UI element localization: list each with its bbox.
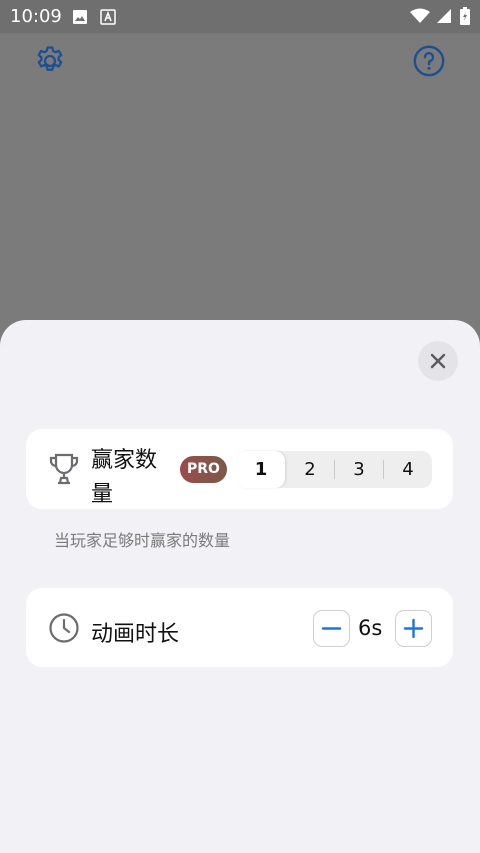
winners-count-label-line1: 赢家数: [91, 448, 158, 473]
question-circle-icon[interactable]: [412, 44, 446, 78]
winners-option-3[interactable]: 3: [335, 451, 383, 488]
winners-option-4[interactable]: 4: [384, 451, 432, 488]
winners-option-1[interactable]: 1: [237, 451, 285, 488]
animation-duration-value: 6s: [358, 616, 383, 640]
status-time: 10:09: [10, 6, 62, 27]
plus-icon: [403, 618, 424, 643]
minus-icon: [321, 618, 342, 643]
winners-option-2[interactable]: 2: [286, 451, 334, 488]
close-icon: [428, 351, 448, 375]
animation-duration-label: 动画时长: [91, 622, 180, 647]
battery-icon: [460, 7, 470, 29]
bottom-sheet: [0, 320, 480, 853]
image-icon: [72, 9, 88, 29]
a-badge-icon: [100, 9, 116, 29]
trophy-icon: [48, 452, 80, 490]
wifi-icon: [410, 8, 430, 28]
signal-icon: [436, 8, 452, 28]
close-button[interactable]: [418, 341, 458, 381]
status-bar: 10:09: [0, 0, 480, 33]
gear-icon[interactable]: [33, 44, 67, 78]
winners-count-hint: 当玩家足够时赢家的数量: [54, 531, 231, 550]
winners-count-label-line2: 量: [91, 482, 114, 507]
winners-count-segmented-control: 1 2 3 4: [237, 451, 432, 488]
pro-badge: PRO: [180, 456, 227, 483]
decrease-duration-button[interactable]: [313, 610, 350, 647]
clock-icon: [48, 612, 80, 648]
increase-duration-button[interactable]: [395, 610, 432, 647]
